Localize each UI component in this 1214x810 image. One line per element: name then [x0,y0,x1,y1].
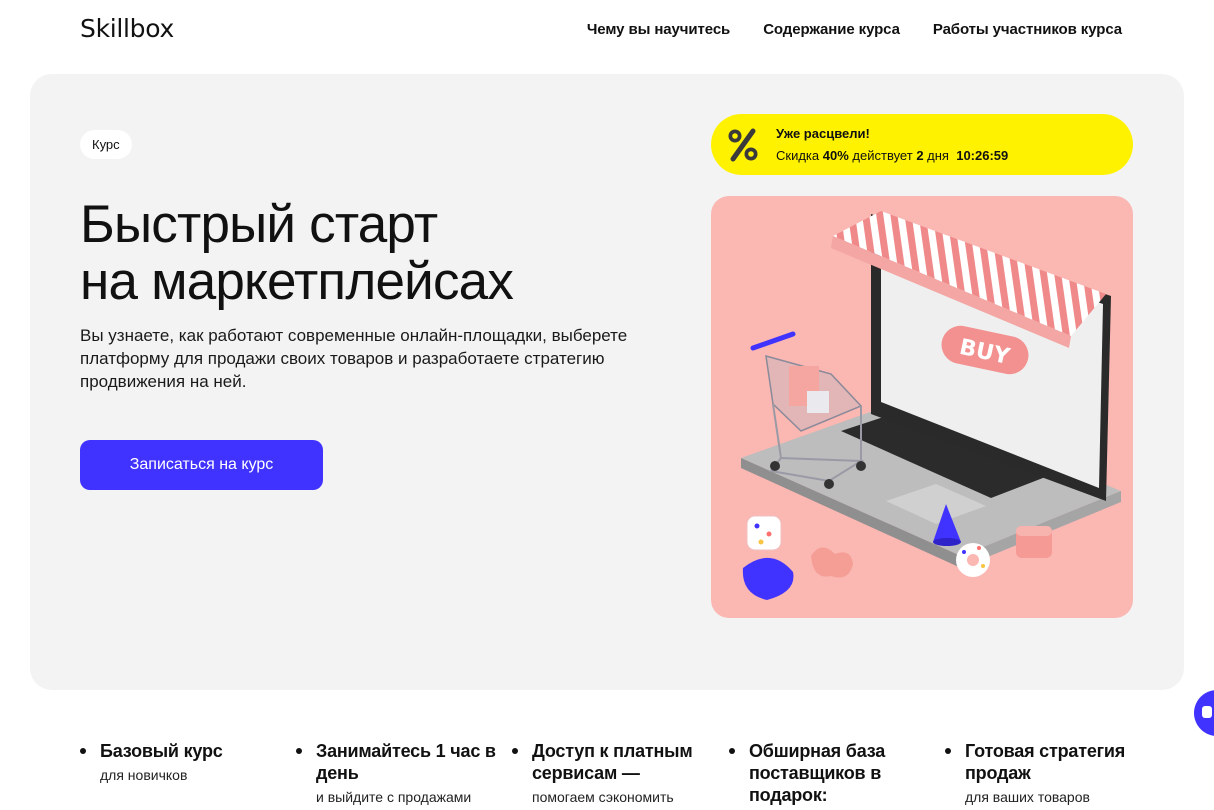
skillbox-logo[interactable]: Skillbox [80,14,174,43]
course-badge: Курс [80,130,132,159]
percent-icon [728,128,758,162]
discount-days: 2 [916,148,924,163]
bullet-icon [80,748,86,754]
nav-link-what-you-learn[interactable]: Чему вы научитесь [587,21,730,38]
course-features: Базовый курс для новичков Занимайтесь 1 … [80,740,1214,810]
discount-banner: Уже расцвели! Скидка 40% действует 2 дня… [711,114,1133,175]
discount-title: Уже расцвели! [776,126,870,141]
laptop-shop-illustration: BUY [741,211,1121,600]
bullet-icon [945,748,951,754]
bullet-icon [512,748,518,754]
page-title: Быстрый старт на маркетплейсах [80,195,514,311]
chat-button[interactable] [1194,690,1214,736]
feature-subtitle: помогаем сэкономить [532,789,674,805]
course-description: Вы узнаете, как работают современные онл… [80,326,628,391]
page-title-line-1: Быстрый старт [80,195,438,254]
discount-days-label: дня [927,148,949,163]
nav-link-course-content[interactable]: Содержание курса [763,21,900,38]
discount-details: Скидка 40% действует 2 дня 10:26:59 [776,148,1008,163]
feature-title: Обширная база поставщиков в подарок: [749,741,886,805]
feature-title: Доступ к платным сервисам — [532,741,693,783]
hero-illustration: BUY [711,196,1133,618]
feature-title: Готовая стратегия продаж [965,741,1126,783]
feature-subtitle: и выйдите с продажами [316,789,472,805]
site-header: Skillbox Чему вы научитесь Содержание ку… [0,0,1214,64]
discount-middle: действует [852,148,913,163]
hero-section: Курс Быстрый старт на маркетплейсах Вы у… [30,74,1184,690]
discount-timer: 10:26:59 [956,148,1009,163]
enroll-button[interactable]: Записаться на курс [80,440,323,490]
bullet-icon [296,748,302,754]
nav-link-student-works[interactable]: Работы участников курса [933,21,1122,38]
discount-percent: 40% [822,148,849,163]
feature-title: Занимайтесь 1 час в день [316,741,496,783]
main-nav: Чему вы научитесь Содержание курса Работ… [587,21,1122,38]
discount-prefix: Скидка [776,148,820,163]
feature-subtitle: для новичков [100,767,188,783]
feature-subtitle: для ваших товаров [965,789,1090,805]
bullet-icon [729,748,735,754]
page-title-line-2: на маркетплейсах [80,252,514,311]
feature-title: Базовый курс [100,741,223,761]
chat-icon [1202,706,1212,718]
